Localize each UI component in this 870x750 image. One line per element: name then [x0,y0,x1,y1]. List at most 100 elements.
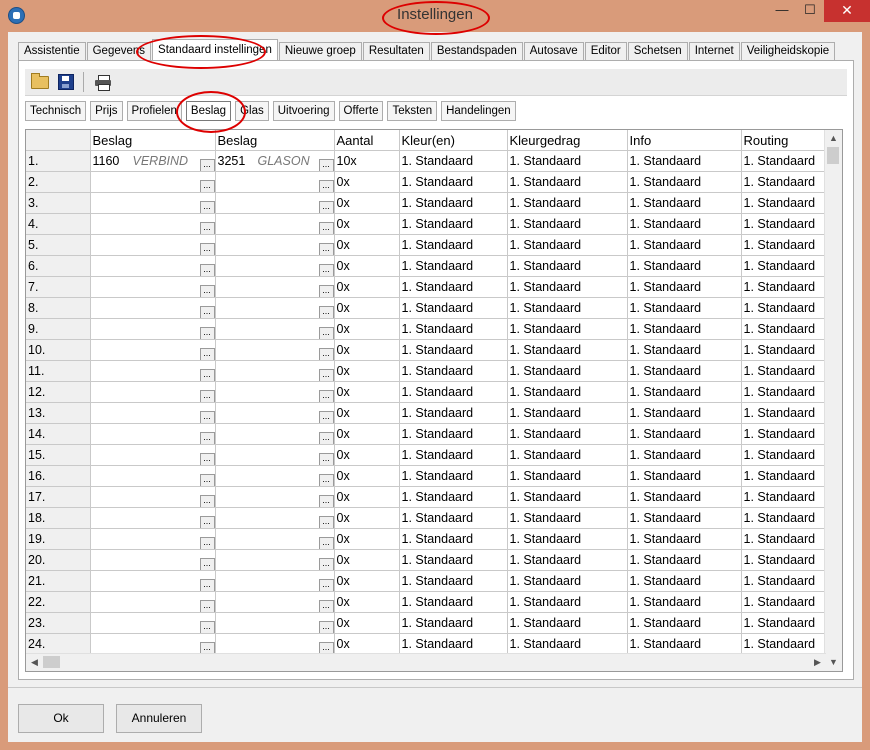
subtab-beslag[interactable]: Beslag [185,101,232,121]
beslag-cell[interactable]: ... [215,171,335,193]
info-cell[interactable]: 1. Standaard [627,276,742,298]
browse-button[interactable]: ... [199,537,214,549]
tab-schetsen[interactable]: Schetsen [627,42,688,61]
browse-button[interactable]: ... [318,432,333,444]
beslag-cell[interactable]: ... [90,192,216,214]
beslag-cell[interactable]: 3251 GLASON... [215,150,335,172]
aantal-cell[interactable]: 0x [334,549,400,571]
beslag-cell[interactable]: ... [90,318,216,340]
browse-button[interactable]: ... [318,495,333,507]
aantal-cell[interactable]: 0x [334,633,400,655]
maximize-button[interactable]: ☐ [796,0,824,22]
beslag-cell[interactable]: ... [90,234,216,256]
kleurgedrag-cell[interactable]: 1. Standaard [507,402,628,424]
aantal-cell[interactable]: 0x [334,570,400,592]
aantal-cell[interactable]: 0x [334,318,400,340]
close-button[interactable]: ✕ [824,0,870,22]
info-cell[interactable]: 1. Standaard [627,381,742,403]
browse-button[interactable]: ... [199,579,214,591]
column-header[interactable]: Beslag [90,130,216,151]
kleurgedrag-cell[interactable]: 1. Standaard [507,171,628,193]
info-cell[interactable]: 1. Standaard [627,339,742,361]
kleur-cell[interactable]: 1. Standaard [399,486,508,508]
tab-assistentie[interactable]: Assistentie [18,42,86,61]
column-header[interactable]: Aantal [334,130,400,151]
beslag-cell[interactable]: ... [215,444,335,466]
browse-button[interactable]: ... [199,243,214,255]
browse-button[interactable]: ... [318,264,333,276]
aantal-cell[interactable]: 0x [334,528,400,550]
aantal-cell[interactable]: 0x [334,444,400,466]
subtab-technisch[interactable]: Technisch [25,101,87,121]
column-header[interactable]: Kleurgedrag [507,130,628,151]
kleur-cell[interactable]: 1. Standaard [399,612,508,634]
kleurgedrag-cell[interactable]: 1. Standaard [507,486,628,508]
kleur-cell[interactable]: 1. Standaard [399,360,508,382]
tab-standaard-instellingen[interactable]: Standaard instellingen [152,39,278,61]
subtab-profielen[interactable]: Profielen [126,101,182,121]
aantal-cell[interactable]: 0x [334,276,400,298]
aantal-cell[interactable]: 0x [334,402,400,424]
beslag-cell[interactable]: ... [90,612,216,634]
cancel-button[interactable]: Annuleren [116,704,202,733]
scroll-right-icon[interactable]: ▶ [809,654,826,671]
beslag-cell[interactable]: ... [90,507,216,529]
routing-cell[interactable]: 1. Standaard [741,234,827,256]
beslag-cell[interactable]: ... [215,507,335,529]
tab-resultaten[interactable]: Resultaten [362,42,430,61]
scroll-down-icon[interactable]: ▼ [825,654,842,671]
browse-button[interactable]: ... [318,180,333,192]
aantal-cell[interactable]: 0x [334,297,400,319]
browse-button[interactable]: ... [318,390,333,402]
routing-cell[interactable]: 1. Standaard [741,591,827,613]
browse-button[interactable]: ... [199,558,214,570]
aantal-cell[interactable]: 0x [334,612,400,634]
column-header[interactable]: Info [627,130,742,151]
vertical-scrollbar[interactable]: ▲ ▼ [824,130,842,671]
beslag-cell[interactable]: ... [215,633,335,655]
browse-button[interactable]: ... [199,495,214,507]
subtab-offerte[interactable]: Offerte [338,101,384,121]
beslag-cell[interactable]: ... [215,486,335,508]
kleur-cell[interactable]: 1. Standaard [399,213,508,235]
aantal-cell[interactable]: 0x [334,486,400,508]
beslag-cell[interactable]: ... [90,528,216,550]
kleur-cell[interactable]: 1. Standaard [399,591,508,613]
kleurgedrag-cell[interactable]: 1. Standaard [507,507,628,529]
browse-button[interactable]: ... [199,348,214,360]
beslag-cell[interactable]: ... [215,402,335,424]
routing-cell[interactable]: 1. Standaard [741,171,827,193]
beslag-cell[interactable]: ... [90,633,216,655]
aantal-cell[interactable]: 0x [334,381,400,403]
info-cell[interactable]: 1. Standaard [627,591,742,613]
routing-cell[interactable]: 1. Standaard [741,570,827,592]
beslag-cell[interactable]: ... [90,339,216,361]
column-header[interactable]: Beslag [215,130,335,151]
routing-cell[interactable]: 1. Standaard [741,549,827,571]
browse-button[interactable]: ... [318,600,333,612]
scroll-left-icon[interactable]: ◀ [26,654,43,671]
routing-cell[interactable]: 1. Standaard [741,255,827,277]
beslag-cell[interactable]: ... [215,465,335,487]
beslag-cell[interactable]: ... [215,318,335,340]
aantal-cell[interactable]: 0x [334,465,400,487]
minimize-button[interactable]: — [768,0,796,22]
info-cell[interactable]: 1. Standaard [627,150,742,172]
kleurgedrag-cell[interactable]: 1. Standaard [507,444,628,466]
beslag-cell[interactable]: ... [215,612,335,634]
column-header[interactable]: Routing [741,130,827,151]
beslag-cell[interactable]: ... [215,276,335,298]
browse-button[interactable]: ... [318,621,333,633]
routing-cell[interactable]: 1. Standaard [741,192,827,214]
kleur-cell[interactable]: 1. Standaard [399,255,508,277]
routing-cell[interactable]: 1. Standaard [741,486,827,508]
beslag-cell[interactable]: ... [90,171,216,193]
beslag-cell[interactable]: ... [215,423,335,445]
kleurgedrag-cell[interactable]: 1. Standaard [507,381,628,403]
kleurgedrag-cell[interactable]: 1. Standaard [507,192,628,214]
browse-button[interactable]: ... [199,453,214,465]
browse-button[interactable]: ... [199,411,214,423]
info-cell[interactable]: 1. Standaard [627,234,742,256]
routing-cell[interactable]: 1. Standaard [741,465,827,487]
kleur-cell[interactable]: 1. Standaard [399,549,508,571]
